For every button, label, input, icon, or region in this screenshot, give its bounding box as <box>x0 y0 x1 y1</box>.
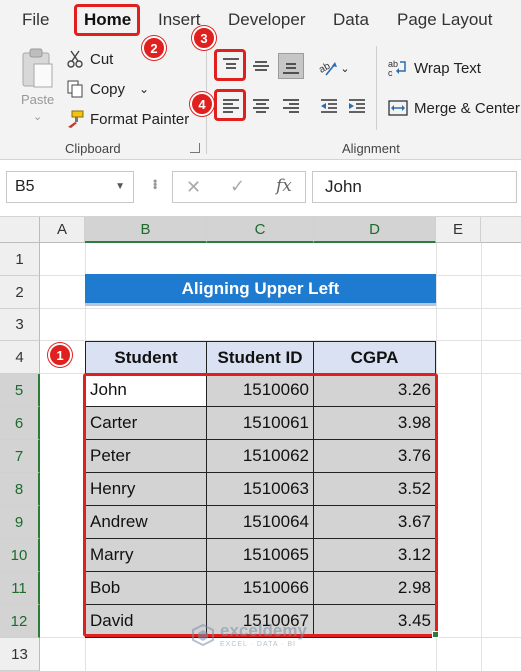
column-header-a[interactable]: A <box>40 217 85 243</box>
row-header-5[interactable]: 5 <box>0 374 40 407</box>
formula-bar-grip-icon[interactable]: ••• <box>148 179 162 189</box>
paste-dropdown-caret[interactable]: ⌄ <box>33 110 42 123</box>
row-header-12[interactable]: 12 <box>0 605 40 638</box>
row-header-1[interactable]: 1 <box>0 243 40 276</box>
cut-button[interactable]: Cut <box>66 50 113 68</box>
select-all-corner[interactable] <box>0 217 40 243</box>
decrease-indent-icon <box>321 99 337 113</box>
svg-text:c: c <box>388 68 393 77</box>
tab-insert[interactable]: Insert <box>158 10 201 30</box>
copy-icon <box>66 80 84 98</box>
paste-label[interactable]: Paste <box>21 92 54 107</box>
row-header-10[interactable]: 10 <box>0 539 40 572</box>
top-align-highlight <box>214 49 246 81</box>
row-header-13[interactable]: 13 <box>0 638 40 671</box>
formula-bar: B5 ▼ ••• ✕ ✓ fx John <box>0 161 521 217</box>
paintbrush-icon <box>66 110 84 128</box>
row-header-6[interactable]: 6 <box>0 407 40 440</box>
clipboard-group-label: Clipboard <box>65 141 121 156</box>
copy-label: Copy <box>90 80 126 98</box>
header-cell-cgpa[interactable]: CGPA <box>314 341 436 374</box>
svg-text:ab: ab <box>318 60 333 75</box>
align-center-button[interactable] <box>248 93 274 119</box>
increase-indent-button[interactable] <box>344 93 370 119</box>
row-header-9[interactable]: 9 <box>0 506 40 539</box>
bottom-align-button[interactable] <box>278 53 304 79</box>
formula-input[interactable]: John <box>312 171 517 203</box>
exceldemy-watermark: exceldemy EXCEL · DATA · BI <box>192 621 307 648</box>
insert-function-icon[interactable]: fx <box>276 176 292 196</box>
scissors-icon <box>66 50 84 68</box>
merge-center-button[interactable]: Merge & Center <box>388 99 520 117</box>
tab-data[interactable]: Data <box>333 10 369 30</box>
home-tab-highlight <box>74 4 140 36</box>
increase-indent-icon <box>349 99 365 113</box>
column-header-c[interactable]: C <box>207 217 314 243</box>
row-header-3[interactable]: 3 <box>0 309 40 341</box>
orientation-button[interactable]: ab ⌄ <box>316 55 352 81</box>
copy-dropdown-icon[interactable]: ⌄ <box>139 82 149 96</box>
header-cell-student[interactable]: Student <box>85 341 207 374</box>
copy-button[interactable]: Copy ⌄ <box>66 80 149 98</box>
wrap-text-button[interactable]: ab c Wrap Text <box>388 59 481 77</box>
alignment-group-label: Alignment <box>342 141 400 156</box>
decrease-indent-button[interactable] <box>316 93 342 119</box>
gridline <box>481 243 482 671</box>
wrap-text-icon: abc <box>388 59 406 77</box>
column-header-e[interactable]: E <box>436 217 481 243</box>
name-box-dropdown-icon[interactable]: ▼ <box>115 181 125 192</box>
orientation-dropdown-icon: ⌄ <box>340 62 350 75</box>
tab-developer[interactable]: Developer <box>228 10 306 30</box>
alignment-divider <box>376 46 377 130</box>
selected-range-highlight <box>83 373 438 637</box>
watermark-tagline: EXCEL · DATA · BI <box>220 641 296 648</box>
middle-align-button[interactable] <box>248 53 274 79</box>
column-header-d[interactable]: D <box>314 217 436 243</box>
format-painter-label: Format Painter <box>90 110 190 128</box>
cut-label: Cut <box>90 50 114 68</box>
name-box-value: B5 <box>15 178 35 195</box>
row-header-11[interactable]: 11 <box>0 572 40 605</box>
callout-badge-3: 3 <box>192 26 216 50</box>
callout-badge-4: 4 <box>190 92 214 116</box>
fill-handle[interactable] <box>432 631 439 638</box>
gridline <box>40 308 521 309</box>
format-painter-button[interactable]: Format Painter <box>66 110 189 128</box>
merge-center-icon <box>388 100 408 116</box>
row-header-8[interactable]: 8 <box>0 473 40 506</box>
column-header-b[interactable]: B <box>85 217 207 243</box>
clipboard-dialog-launcher-icon[interactable] <box>190 143 200 153</box>
worksheet-grid[interactable]: A B C D E 1 2 3 4 5 6 7 8 9 10 11 12 13 … <box>0 217 521 671</box>
text-orientation-icon: ab <box>318 60 338 76</box>
row-header-2[interactable]: 2 <box>0 276 40 309</box>
align-left-highlight <box>214 89 246 121</box>
header-cell-student-id[interactable]: Student ID <box>207 341 314 374</box>
callout-badge-2: 2 <box>142 36 166 60</box>
name-box[interactable]: B5 ▼ <box>6 171 134 203</box>
bottom-align-icon <box>283 63 299 74</box>
sheet-title-cell[interactable]: Aligning Upper Left <box>85 274 436 306</box>
align-right-button[interactable] <box>278 93 304 119</box>
align-right-icon <box>283 99 299 113</box>
tab-page-layout[interactable]: Page Layout <box>397 10 492 30</box>
callout-badge-1: 1 <box>48 343 72 367</box>
align-center-icon <box>253 99 269 113</box>
column-header-f[interactable] <box>481 217 521 243</box>
ribbon: File Home Insert Developer Data Page Lay… <box>0 0 521 160</box>
cancel-entry-icon[interactable]: ✕ <box>186 177 201 198</box>
row-header-4[interactable]: 4 <box>0 341 40 374</box>
merge-center-label: Merge & Center <box>414 99 520 117</box>
exceldemy-logo-icon <box>192 623 214 646</box>
row-header-7[interactable]: 7 <box>0 440 40 473</box>
confirm-entry-icon[interactable]: ✓ <box>230 176 245 197</box>
wrap-text-label: Wrap Text <box>414 59 481 77</box>
middle-align-icon <box>253 61 269 71</box>
tab-file[interactable]: File <box>22 10 49 30</box>
paste-icon[interactable] <box>20 48 56 90</box>
watermark-name: exceldemy <box>220 621 307 640</box>
